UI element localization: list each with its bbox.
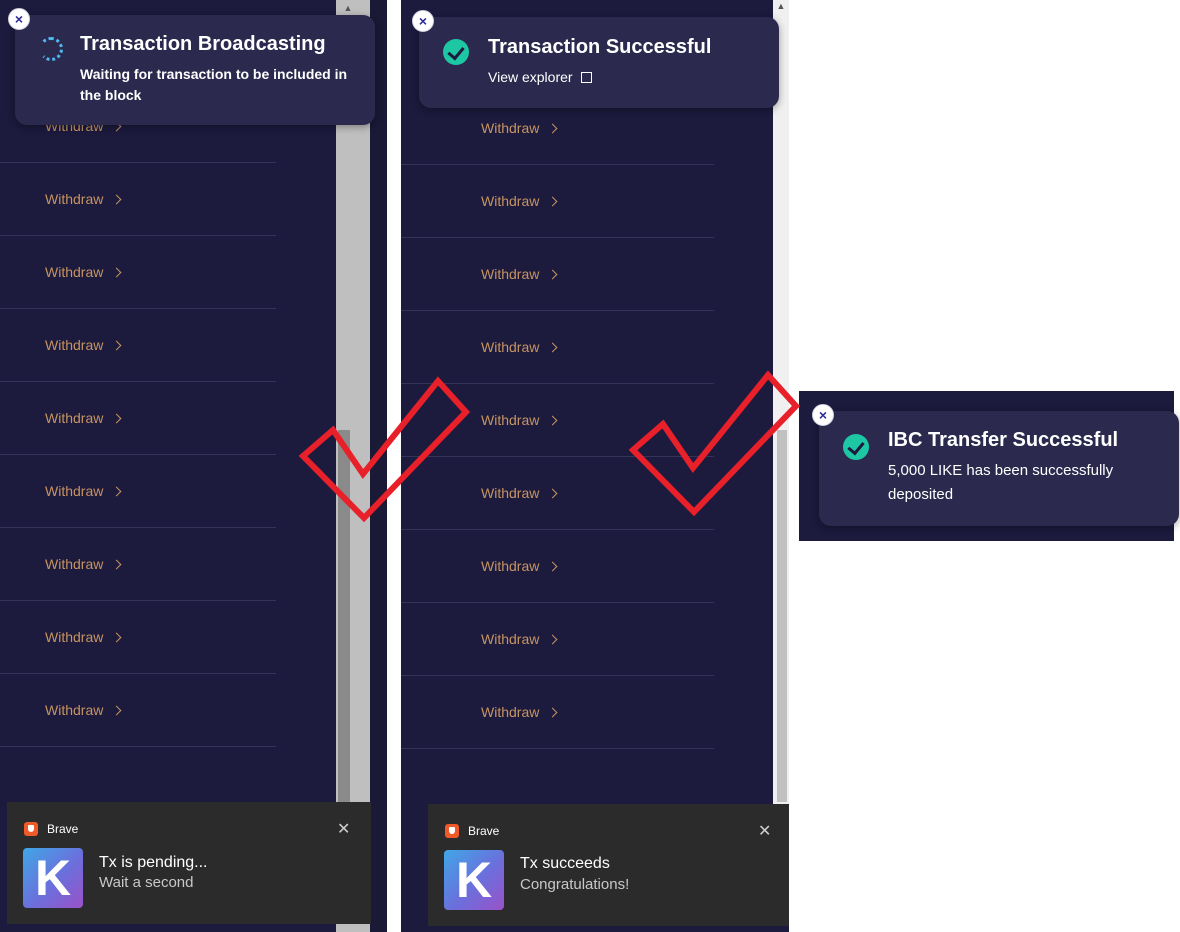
toast-transaction-broadcasting: Transaction Broadcasting Waiting for tra… [15,15,375,125]
toast-transaction-successful: Transaction Successful View explorer [419,17,779,108]
withdraw-link[interactable]: Withdraw [481,339,558,355]
withdraw-link[interactable]: Withdraw [481,412,558,428]
red-checkmark-icon [628,370,801,517]
withdraw-link[interactable]: Withdraw [45,556,122,572]
withdraw-link[interactable]: Withdraw [45,702,122,718]
list-item: Withdraw [401,165,714,238]
withdraw-label[interactable]: Withdraw [481,704,539,720]
toast-close-icon[interactable]: × [8,8,30,30]
withdraw-label[interactable]: Withdraw [45,337,103,353]
chevron-right-icon [547,561,558,571]
chevron-right-icon [111,705,122,715]
notification-app-name: Brave [468,824,500,838]
chevron-right-icon [111,267,122,277]
brave-icon [445,824,459,838]
k-app-logo: K [23,848,83,908]
withdraw-label[interactable]: Withdraw [45,483,103,499]
withdraw-label[interactable]: Withdraw [481,193,539,209]
list-item: Withdraw [0,163,276,236]
withdraw-link[interactable]: Withdraw [481,266,558,282]
toast-ibc-transfer-successful: IBC Transfer Successful 5,000 LIKE has b… [819,411,1179,526]
scroll-up-arrow-icon[interactable]: ▲ [340,2,356,14]
withdraw-label[interactable]: Withdraw [45,264,103,280]
view-explorer-label[interactable]: View explorer [488,69,573,85]
check-circle-icon [843,434,869,460]
withdraw-link[interactable]: Withdraw [481,631,558,647]
list-item: Withdraw [0,674,276,747]
chevron-right-icon [547,269,558,279]
notification-close-icon[interactable]: ✕ [758,821,771,841]
chevron-right-icon [547,342,558,352]
scroll-up-arrow-icon[interactable]: ▲ [774,0,788,12]
toast-message: 5,000 LIKE has been successfully deposit… [888,462,1114,503]
toast-close-icon[interactable]: × [412,10,434,32]
chevron-right-icon [547,488,558,498]
toast-close-icon[interactable]: × [812,404,834,426]
withdraw-link[interactable]: Withdraw [45,191,122,207]
list-item: Withdraw [401,603,714,676]
withdraw-label[interactable]: Withdraw [481,339,539,355]
chevron-right-icon [547,415,558,425]
withdraw-label[interactable]: Withdraw [45,702,103,718]
k-app-logo: K [444,850,504,910]
chevron-right-icon [111,340,122,350]
loading-spinner-icon [39,37,63,61]
chevron-right-icon [111,486,122,496]
withdraw-label[interactable]: Withdraw [45,191,103,207]
withdraw-link[interactable]: Withdraw [45,337,122,353]
withdraw-label[interactable]: Withdraw [481,412,539,428]
notification-body: Wait a second [99,874,194,891]
toast-title: Transaction Broadcasting [80,33,326,55]
list-item: Withdraw [0,309,276,382]
withdraw-link[interactable]: Withdraw [481,485,558,501]
withdraw-link[interactable]: Withdraw [481,558,558,574]
chevron-right-icon [547,123,558,133]
notification-title: Tx succeeds [520,855,610,872]
brave-notification-success[interactable]: Brave ✕ K Tx succeeds Congratulations! [428,804,789,926]
notification-title: Tx is pending... [99,854,208,871]
list-item: Withdraw [0,382,276,455]
list-item: Withdraw [401,676,714,749]
list-item: Withdraw [0,528,276,601]
chevron-right-icon [111,413,122,423]
withdraw-link[interactable]: Withdraw [481,704,558,720]
withdraw-link[interactable]: Withdraw [45,629,122,645]
withdraw-link[interactable]: Withdraw [45,483,122,499]
withdraw-link[interactable]: Withdraw [45,410,122,426]
chevron-right-icon [111,632,122,642]
withdraw-label[interactable]: Withdraw [481,266,539,282]
view-explorer-link[interactable]: View explorer [488,67,593,88]
withdraw-label[interactable]: Withdraw [45,410,103,426]
chevron-right-icon [111,194,122,204]
list-item: Withdraw [401,530,714,603]
withdraw-link[interactable]: Withdraw [481,120,558,136]
list-item: Withdraw [0,236,276,309]
withdraw-label[interactable]: Withdraw [481,558,539,574]
toast-title: IBC Transfer Successful [888,429,1119,451]
chevron-right-icon [111,559,122,569]
brave-notification-pending[interactable]: Brave ✕ K Tx is pending... Wait a second [7,802,371,924]
check-circle-icon [443,39,469,65]
withdraw-label[interactable]: Withdraw [481,120,539,136]
withdraw-link[interactable]: Withdraw [481,193,558,209]
brave-icon [24,822,38,836]
list-item: Withdraw [0,601,276,674]
external-link-icon [581,72,593,83]
chevron-right-icon [547,707,558,717]
chevron-right-icon [547,196,558,206]
toast-title: Transaction Successful [488,36,712,58]
chevron-right-icon [547,634,558,644]
red-checkmark-icon [298,376,471,523]
toast-message: Waiting for transaction to be included i… [80,66,348,103]
notification-app-name: Brave [47,822,79,836]
notification-close-icon[interactable]: ✕ [337,819,350,839]
withdraw-label[interactable]: Withdraw [481,631,539,647]
withdraw-label[interactable]: Withdraw [45,629,103,645]
list-item: Withdraw [401,238,714,311]
notification-body: Congratulations! [520,876,630,893]
withdraw-label[interactable]: Withdraw [45,556,103,572]
withdraw-label[interactable]: Withdraw [481,485,539,501]
withdraw-link[interactable]: Withdraw [45,264,122,280]
list-item: Withdraw [0,455,276,528]
